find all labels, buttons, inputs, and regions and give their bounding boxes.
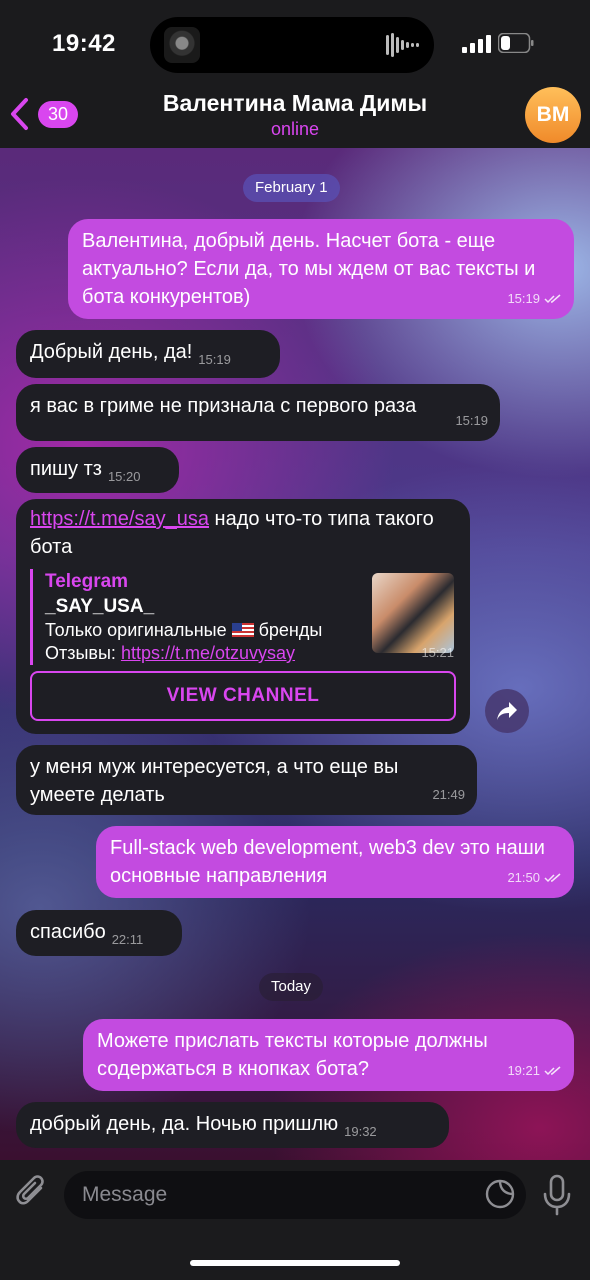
- message-bubble-incoming[interactable]: я вас в гриме не признала с первого раза…: [16, 384, 500, 441]
- battery-icon: [498, 33, 534, 53]
- message-bubble-incoming[interactable]: у меня муж интересуется, а что еще вы ум…: [16, 745, 477, 815]
- message-input-placeholder: Message: [82, 1183, 168, 1206]
- message-bubble-outgoing[interactable]: Валентина, добрый день. Насчет бота - ещ…: [68, 219, 574, 319]
- message-bubble-incoming[interactable]: Добрый день, да! 15:19: [16, 330, 280, 378]
- audio-wave-icon: [386, 33, 419, 57]
- view-channel-button[interactable]: VIEW CHANNEL: [30, 671, 456, 721]
- share-button[interactable]: [485, 689, 529, 733]
- message-bubble-incoming[interactable]: добрый день, да. Ночью пришлю 19:32: [16, 1102, 449, 1148]
- back-chevron-icon: [10, 98, 28, 130]
- sticker-icon[interactable]: [484, 1178, 516, 1210]
- signal-icon: [462, 35, 491, 53]
- now-playing-artwork: [164, 27, 200, 63]
- microphone-icon[interactable]: [542, 1174, 572, 1216]
- message-text: Добрый день, да!: [30, 341, 193, 363]
- message-text: спасибо: [30, 921, 106, 943]
- status-bar: 19:42: [0, 0, 590, 80]
- message-time: 15:19: [455, 413, 488, 428]
- link-preview[interactable]: Telegram _SAY_USA_ Только оригинальные б…: [30, 569, 456, 665]
- message-text: Можете прислать тексты которые должны со…: [97, 1030, 488, 1080]
- message-time: 19:32: [344, 1124, 377, 1139]
- double-check-icon: [544, 294, 561, 304]
- message-bubble-incoming[interactable]: спасибо 22:11: [16, 910, 182, 956]
- back-button[interactable]: 30: [8, 92, 78, 136]
- preview-desc-text-2: бренды: [253, 620, 323, 640]
- message-link[interactable]: https://t.me/say_usa: [30, 508, 209, 530]
- message-bubble-incoming-link[interactable]: https://t.me/say_usa надо что-то типа та…: [16, 499, 470, 734]
- chat-title[interactable]: Валентина Мама Димы: [100, 90, 490, 117]
- status-time: 19:42: [52, 30, 116, 57]
- message-time: 19:21: [507, 1063, 540, 1078]
- chat-status: online: [270, 119, 320, 139]
- message-time: 21:49: [432, 787, 465, 802]
- preview-reviews-label: Отзывы:: [45, 643, 121, 663]
- message-text: Full-stack web development, web3 dev это…: [110, 837, 545, 887]
- share-icon: [497, 702, 517, 720]
- message-text: пишу тз: [30, 458, 102, 480]
- date-separator-today: Today: [259, 973, 324, 1001]
- message-time: 22:11: [111, 932, 144, 947]
- message-bubble-outgoing[interactable]: Full-stack web development, web3 dev это…: [96, 826, 574, 898]
- us-flag-icon: [231, 623, 254, 637]
- avatar[interactable]: ВМ: [525, 87, 581, 143]
- date-separator: February 1: [243, 174, 340, 202]
- message-text: добрый день, да. Ночью пришлю: [30, 1113, 339, 1135]
- preview-desc-text: Только оригинальные: [45, 620, 232, 640]
- paperclip-icon[interactable]: [14, 1174, 50, 1214]
- message-bubble-outgoing[interactable]: Можете прислать тексты которые должны со…: [83, 1019, 574, 1091]
- message-time: 15:19: [507, 291, 540, 306]
- dynamic-island[interactable]: [150, 17, 434, 73]
- double-check-icon: [544, 873, 561, 883]
- message-time: 15:21: [421, 645, 454, 660]
- message-text: у меня муж интересуется, а что еще вы ум…: [30, 756, 399, 806]
- message-bubble-incoming[interactable]: пишу тз 15:20: [16, 447, 179, 493]
- message-input[interactable]: Message: [64, 1171, 526, 1219]
- unread-count-badge: 30: [37, 100, 78, 128]
- message-text: Валентина, добрый день. Насчет бота - ещ…: [82, 230, 536, 308]
- message-time: 15:20: [107, 469, 141, 484]
- message-time: 15:19: [198, 352, 231, 367]
- message-time: 21:50: [507, 870, 540, 885]
- message-text: я вас в гриме не признала с первого раза: [30, 395, 417, 417]
- double-check-icon: [544, 1066, 561, 1076]
- home-indicator[interactable]: [190, 1260, 400, 1266]
- preview-reviews-link[interactable]: https://t.me/otzuvysay: [121, 643, 295, 663]
